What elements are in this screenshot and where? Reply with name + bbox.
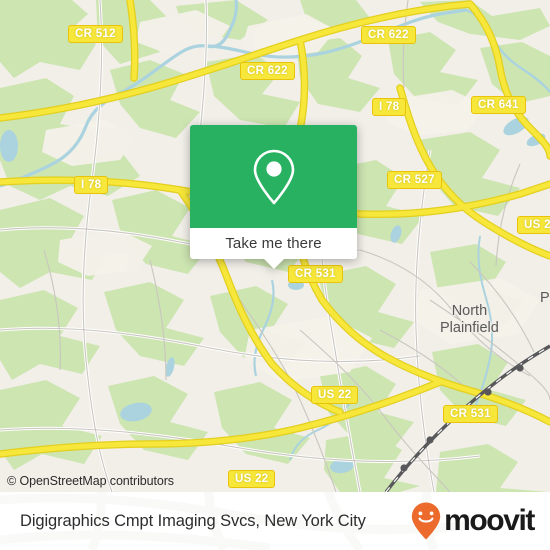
location-title: Digigraphics Cmpt Imaging Svcs, New York… xyxy=(20,511,366,530)
popup-header xyxy=(190,125,357,228)
moovit-pin-icon xyxy=(411,502,441,540)
footer-content: Digigraphics Cmpt Imaging Svcs, New York… xyxy=(0,492,550,550)
road-shield: US 22 xyxy=(517,216,550,234)
moovit-logo[interactable]: moovit xyxy=(410,501,535,541)
map-screenshot-root: CR 512 CR 622 CR 622 I 78 CR 641 I 78 CR… xyxy=(0,0,550,550)
road-shield: CR 622 xyxy=(361,26,416,44)
popup-footer[interactable]: Take me there xyxy=(190,228,357,269)
popup-tail xyxy=(263,259,284,269)
place-label-truncated: P xyxy=(540,290,550,306)
location-popup[interactable]: Take me there xyxy=(190,125,357,269)
moovit-wordmark: moovit xyxy=(444,504,535,537)
road-shield: CR 531 xyxy=(443,405,498,423)
map-canvas[interactable]: CR 512 CR 622 CR 622 I 78 CR 641 I 78 CR… xyxy=(0,0,550,492)
map-pin-icon xyxy=(253,149,294,204)
road-shield: CR 527 xyxy=(387,171,442,189)
footer-bar: Digigraphics Cmpt Imaging Svcs, New York… xyxy=(0,492,550,550)
osm-attribution[interactable]: © OpenStreetMap contributors xyxy=(7,474,174,488)
road-shield: CR 512 xyxy=(68,25,123,43)
take-me-there-label: Take me there xyxy=(225,235,322,252)
road-shield: CR 641 xyxy=(471,96,526,114)
road-shield: I 78 xyxy=(372,98,407,116)
road-shield: CR 531 xyxy=(288,265,343,283)
road-shield: US 22 xyxy=(228,470,276,488)
place-label-north-plainfield: North Plainfield xyxy=(440,303,499,336)
road-shield: CR 622 xyxy=(240,62,295,80)
road-shield: I 78 xyxy=(74,176,109,194)
road-shield: US 22 xyxy=(311,386,359,404)
